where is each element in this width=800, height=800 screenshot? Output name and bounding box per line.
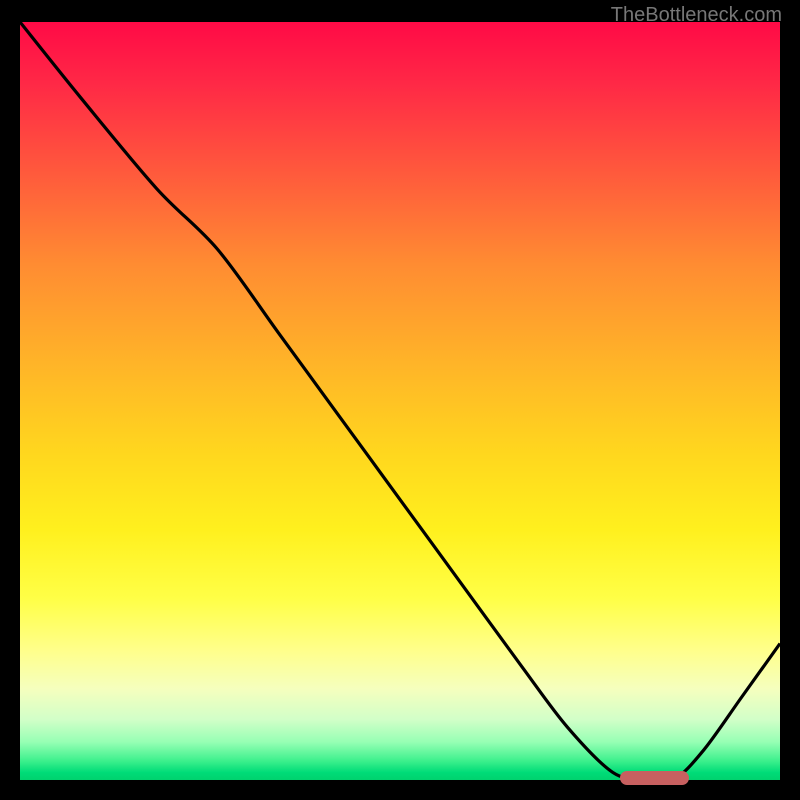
sweet-spot-marker [620, 771, 688, 785]
bottleneck-curve-path [20, 22, 780, 780]
watermark-text: TheBottleneck.com [611, 4, 782, 27]
chart-plot-area [20, 22, 780, 780]
bottleneck-curve-svg [20, 22, 780, 780]
